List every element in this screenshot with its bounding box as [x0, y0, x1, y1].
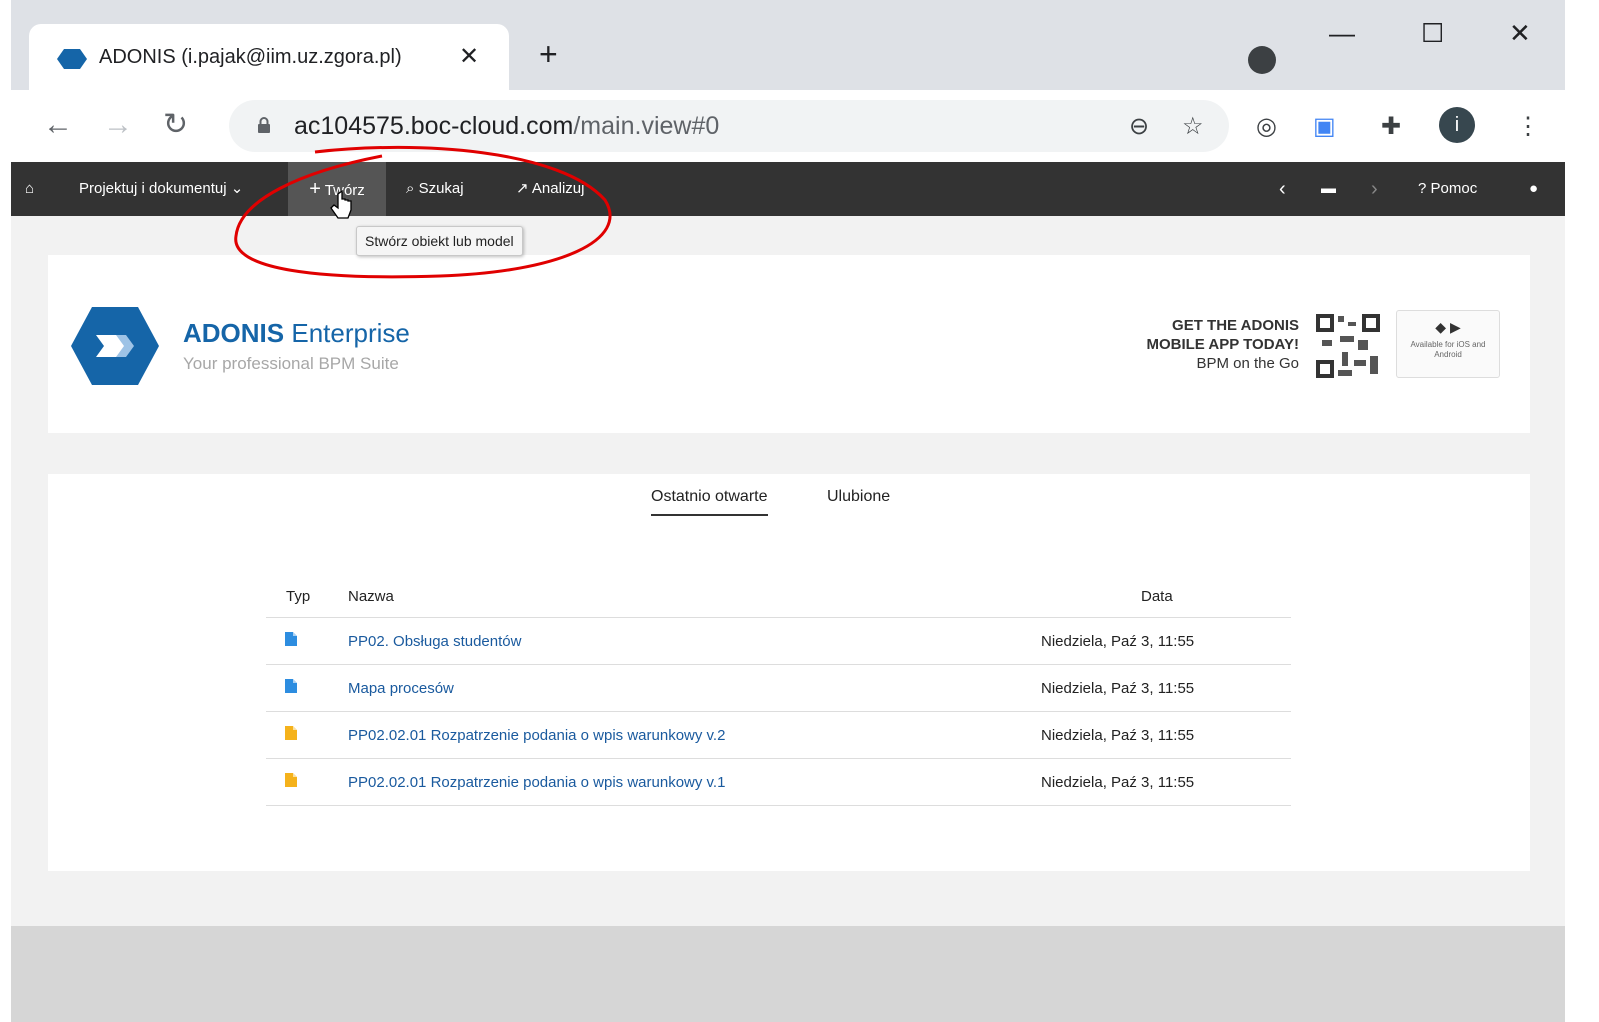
hand-cursor-icon [330, 189, 352, 219]
annotation-ellipse [234, 145, 612, 279]
annotation-overlay [234, 145, 612, 279]
